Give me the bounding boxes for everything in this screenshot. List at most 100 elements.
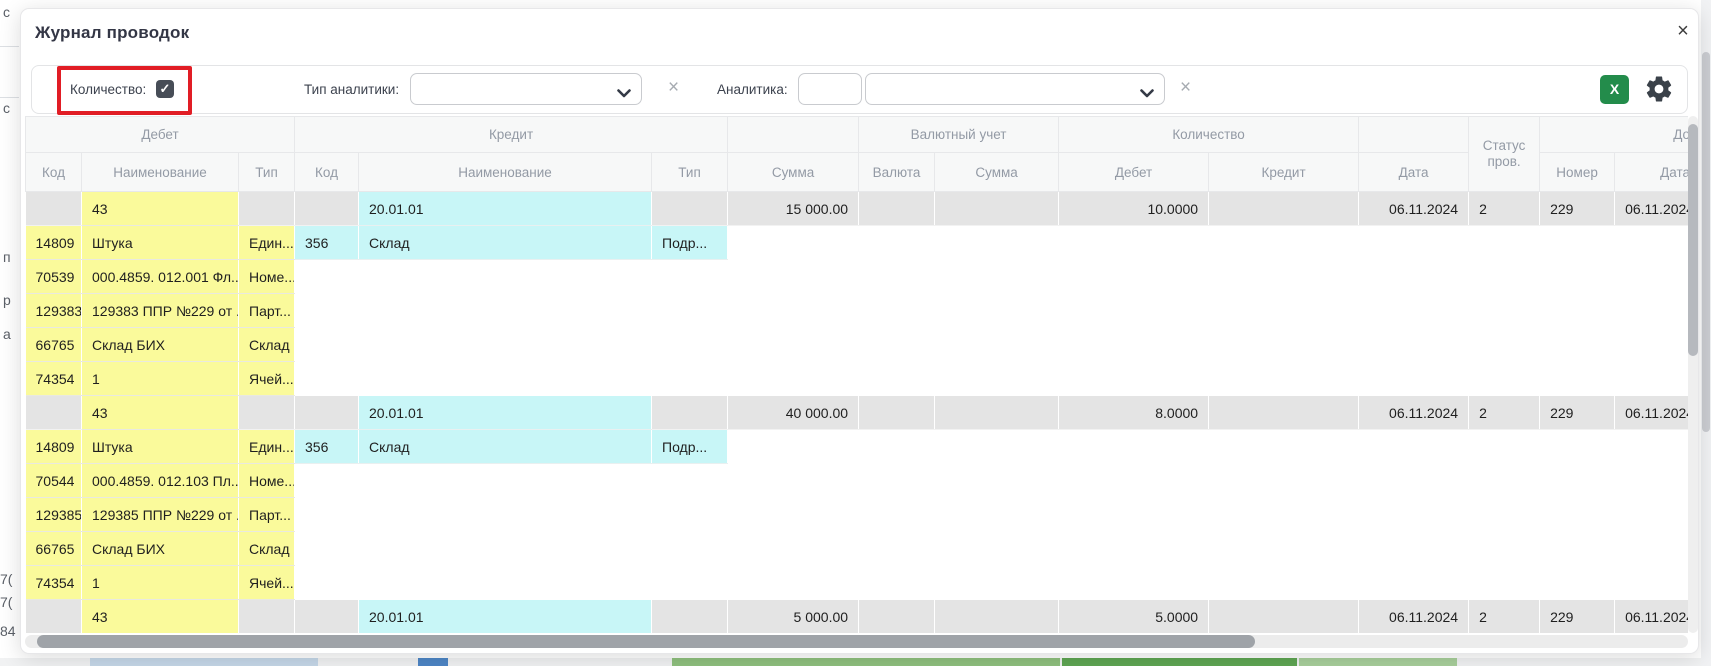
cell-d_type[interactable]: Ячей... bbox=[239, 566, 295, 600]
cell-d_type[interactable] bbox=[239, 396, 295, 430]
cell-c_code[interactable] bbox=[295, 566, 359, 600]
cell-d_type[interactable]: Един... bbox=[239, 430, 295, 464]
cell-sum[interactable] bbox=[728, 532, 859, 566]
cell-status[interactable] bbox=[1469, 328, 1540, 362]
cell-d_type[interactable]: Един... bbox=[239, 226, 295, 260]
cell-date2[interactable]: 06.11.2024 bbox=[1615, 396, 1688, 430]
cell-cur_sum[interactable] bbox=[935, 498, 1059, 532]
cell-d_code[interactable]: 74354 bbox=[26, 362, 82, 396]
cell-c_code[interactable]: 356 bbox=[295, 430, 359, 464]
cell-d_name[interactable]: Склад БИХ bbox=[82, 532, 239, 566]
cell-d_code[interactable]: 66765 bbox=[26, 532, 82, 566]
cell-sum[interactable]: 40 000.00 bbox=[728, 396, 859, 430]
cell-c_code[interactable] bbox=[295, 396, 359, 430]
cell-qty_credit[interactable] bbox=[1209, 192, 1359, 226]
cell-qty_credit[interactable] bbox=[1209, 600, 1359, 634]
cell-c_code[interactable] bbox=[295, 498, 359, 532]
cell-qty_debit[interactable] bbox=[1059, 566, 1209, 600]
gear-icon[interactable] bbox=[1644, 74, 1674, 104]
cell-d_name[interactable]: 43 bbox=[82, 192, 239, 226]
cell-number[interactable] bbox=[1540, 498, 1615, 532]
cell-c_type[interactable]: Подр... bbox=[652, 430, 728, 464]
cell-d_code[interactable]: 66765 bbox=[26, 328, 82, 362]
cell-date2[interactable] bbox=[1615, 464, 1688, 498]
cell-date[interactable]: 06.11.2024 bbox=[1359, 600, 1469, 634]
cell-currency[interactable] bbox=[859, 328, 935, 362]
cell-number[interactable] bbox=[1540, 362, 1615, 396]
cell-d_code[interactable] bbox=[26, 192, 82, 226]
cell-currency[interactable] bbox=[859, 226, 935, 260]
cell-date2[interactable]: 06.11.2024 bbox=[1615, 600, 1688, 634]
cell-sum[interactable] bbox=[728, 566, 859, 600]
cell-currency[interactable] bbox=[859, 464, 935, 498]
cell-sum[interactable] bbox=[728, 498, 859, 532]
cell-c_type[interactable] bbox=[652, 192, 728, 226]
cell-c_code[interactable] bbox=[295, 192, 359, 226]
cell-date[interactable] bbox=[1359, 430, 1469, 464]
cell-c_name[interactable] bbox=[359, 532, 652, 566]
cell-cur_sum[interactable] bbox=[935, 362, 1059, 396]
analytics-detail-row[interactable]: 743541Ячей... bbox=[26, 362, 1689, 396]
transaction-group-row[interactable]: 4320.01.015 000.005.000006.11.2024222906… bbox=[26, 600, 1689, 634]
cell-d_code[interactable]: 129383 bbox=[26, 294, 82, 328]
cell-qty_credit[interactable] bbox=[1209, 328, 1359, 362]
cell-date2[interactable] bbox=[1615, 294, 1688, 328]
cell-c_name[interactable] bbox=[359, 464, 652, 498]
cell-d_name[interactable]: 000.4859. 012.001 Фл... bbox=[82, 260, 239, 294]
cell-c_name[interactable] bbox=[359, 566, 652, 600]
vertical-scrollbar[interactable] bbox=[1688, 116, 1698, 633]
analytics-detail-row[interactable]: 743541Ячей... bbox=[26, 566, 1689, 600]
cell-sum[interactable] bbox=[728, 430, 859, 464]
analytics-detail-row[interactable]: 14809ШтукаЕдин...356СкладПодр... bbox=[26, 226, 1689, 260]
cell-c_code[interactable]: 356 bbox=[295, 226, 359, 260]
analytics-detail-row[interactable]: 66765Склад БИХСклад bbox=[26, 532, 1689, 566]
analytics-detail-row[interactable]: 66765Склад БИХСклад bbox=[26, 328, 1689, 362]
cell-qty_debit[interactable] bbox=[1059, 328, 1209, 362]
cell-d_type[interactable]: Склад bbox=[239, 328, 295, 362]
cell-d_name[interactable]: Склад БИХ bbox=[82, 328, 239, 362]
cell-d_type[interactable]: Номе... bbox=[239, 464, 295, 498]
cell-c_type[interactable] bbox=[652, 600, 728, 634]
cell-cur_sum[interactable] bbox=[935, 260, 1059, 294]
cell-c_name[interactable]: 20.01.01 bbox=[359, 396, 652, 430]
cell-c_type[interactable]: Подр... bbox=[652, 226, 728, 260]
cell-d_name[interactable]: 129383 ППР №229 от ... bbox=[82, 294, 239, 328]
analytics-detail-row[interactable]: 129383129383 ППР №229 от ...Парт... bbox=[26, 294, 1689, 328]
cell-d_name[interactable]: 43 bbox=[82, 396, 239, 430]
cell-number[interactable] bbox=[1540, 294, 1615, 328]
cell-d_name[interactable]: 129385 ППР №229 от ... bbox=[82, 498, 239, 532]
page-scrollbar[interactable] bbox=[1701, 0, 1711, 666]
cell-c_type[interactable] bbox=[652, 464, 728, 498]
cell-c_code[interactable] bbox=[295, 464, 359, 498]
cell-date[interactable] bbox=[1359, 362, 1469, 396]
cell-number[interactable]: 229 bbox=[1540, 600, 1615, 634]
cell-number[interactable] bbox=[1540, 226, 1615, 260]
cell-d_name[interactable]: 000.4859. 012.103 Пл... bbox=[82, 464, 239, 498]
cell-date2[interactable] bbox=[1615, 430, 1688, 464]
cell-cur_sum[interactable] bbox=[935, 600, 1059, 634]
cell-qty_debit[interactable]: 5.0000 bbox=[1059, 600, 1209, 634]
cell-qty_debit[interactable] bbox=[1059, 430, 1209, 464]
cell-c_code[interactable] bbox=[295, 328, 359, 362]
cell-date[interactable] bbox=[1359, 260, 1469, 294]
cell-c_name[interactable]: 20.01.01 bbox=[359, 192, 652, 226]
cell-d_code[interactable]: 74354 bbox=[26, 566, 82, 600]
cell-date[interactable]: 06.11.2024 bbox=[1359, 192, 1469, 226]
cell-currency[interactable] bbox=[859, 532, 935, 566]
cell-number[interactable] bbox=[1540, 464, 1615, 498]
cell-d_type[interactable]: Ячей... bbox=[239, 362, 295, 396]
cell-sum[interactable] bbox=[728, 260, 859, 294]
cell-d_type[interactable]: Склад bbox=[239, 532, 295, 566]
cell-cur_sum[interactable] bbox=[935, 294, 1059, 328]
cell-d_type[interactable]: Парт... bbox=[239, 498, 295, 532]
cell-date2[interactable]: 06.11.2024 bbox=[1615, 192, 1688, 226]
cell-date[interactable] bbox=[1359, 464, 1469, 498]
cell-qty_debit[interactable] bbox=[1059, 226, 1209, 260]
cell-qty_debit[interactable] bbox=[1059, 464, 1209, 498]
horizontal-scrollbar[interactable] bbox=[25, 635, 1688, 648]
cell-c_type[interactable] bbox=[652, 566, 728, 600]
cell-date2[interactable] bbox=[1615, 226, 1688, 260]
cell-qty_credit[interactable] bbox=[1209, 294, 1359, 328]
cell-c_name[interactable] bbox=[359, 498, 652, 532]
cell-c_code[interactable] bbox=[295, 532, 359, 566]
